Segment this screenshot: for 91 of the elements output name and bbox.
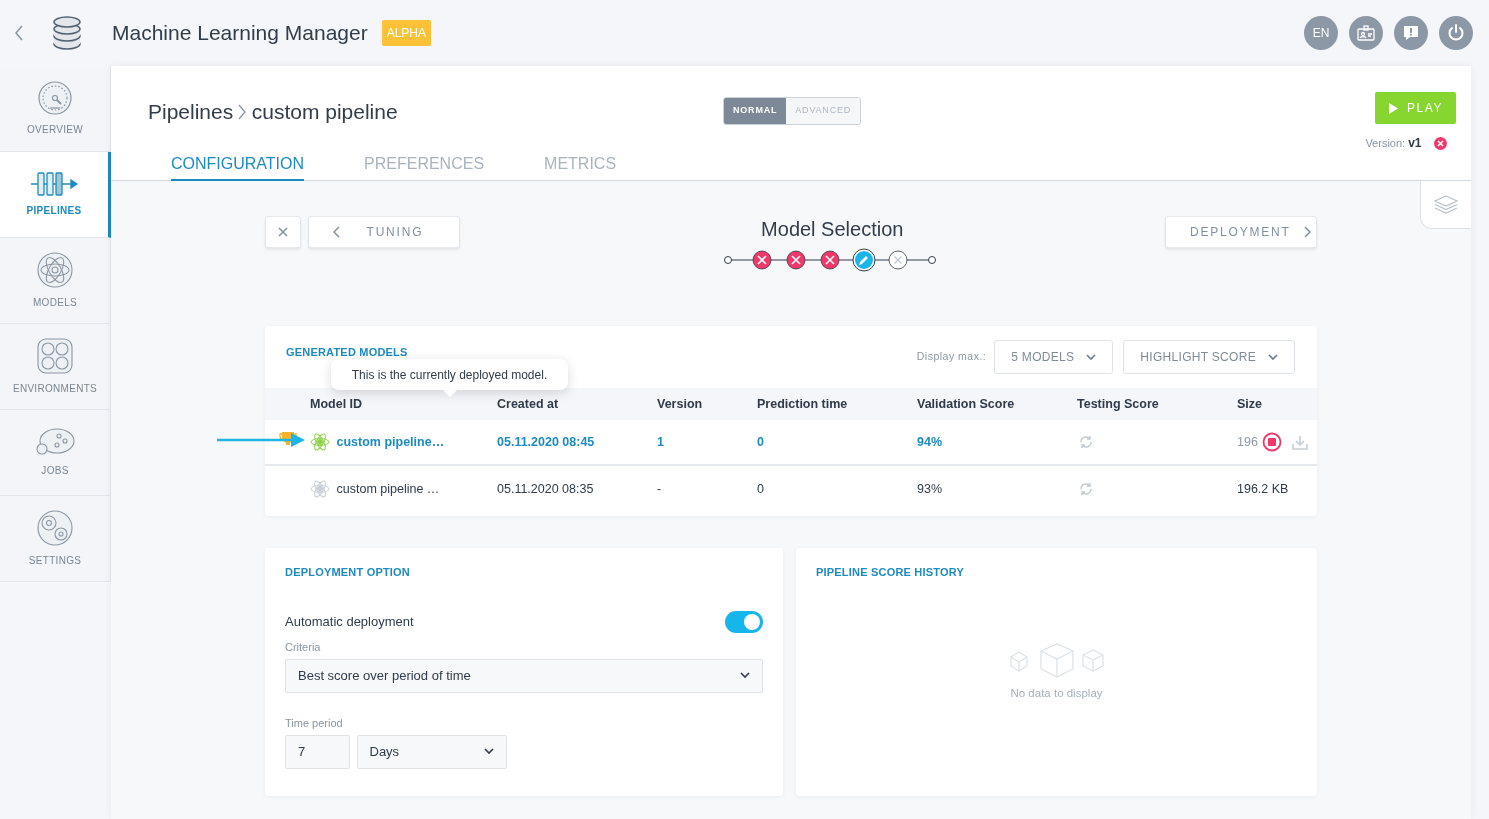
column-header: Model ID bbox=[310, 395, 364, 413]
model-id-link[interactable]: custom pipeline … bbox=[336, 479, 440, 499]
tab[interactable]: CONFIGURATION bbox=[171, 152, 305, 181]
column-header: Validation Score bbox=[917, 395, 1016, 413]
error-step-icon[interactable] bbox=[820, 250, 840, 270]
mode-tab[interactable]: NORMAL bbox=[724, 98, 787, 124]
display-max-label: Display max.: bbox=[916, 349, 987, 365]
column-header: Testing Score bbox=[1077, 395, 1160, 413]
empty-boxes-icon bbox=[1008, 642, 1105, 679]
column-header: Size bbox=[1237, 395, 1263, 413]
column-header: Version bbox=[657, 395, 704, 413]
table-cell-text: 94% bbox=[917, 433, 944, 451]
version-value: v1 bbox=[1408, 135, 1422, 152]
time-input[interactable]: 7 bbox=[285, 734, 350, 769]
table-cell-text: 93% bbox=[917, 480, 944, 498]
dotted-blob-icon bbox=[35, 427, 75, 457]
power-icon bbox=[1447, 24, 1465, 42]
id-card-icon bbox=[1357, 25, 1375, 41]
chevron-right-icon bbox=[1302, 226, 1311, 238]
sidebar-item[interactable]: MODELS bbox=[0, 238, 111, 324]
model-id-link[interactable]: custom pipeline… bbox=[336, 432, 445, 452]
column-header: Prediction time bbox=[757, 395, 849, 413]
chevron-down-icon bbox=[740, 672, 750, 680]
breadcrumb-link[interactable]: Pipelines bbox=[148, 96, 234, 128]
remove-icon[interactable] bbox=[1434, 136, 1447, 150]
sidebar-item[interactable]: SETTINGS bbox=[0, 496, 111, 582]
field-label: Time period bbox=[285, 715, 344, 731]
mode-tab[interactable]: ADVANCED bbox=[786, 98, 861, 124]
sidebar-item[interactable]: OVERVIEW bbox=[0, 66, 111, 152]
sidebar-item[interactable]: ENVIRONMENTS bbox=[0, 324, 111, 410]
gauge-icon bbox=[37, 80, 73, 116]
layers-icon bbox=[1434, 194, 1458, 215]
sidebar-item[interactable]: PIPELINES bbox=[0, 152, 111, 238]
table-cell-text: 1 bbox=[657, 433, 665, 451]
alpha-badge: ALPHA bbox=[381, 20, 432, 46]
empty-message: No data to display bbox=[1010, 685, 1103, 701]
back-icon[interactable] bbox=[14, 25, 24, 41]
table-cell-text: 05.11.2020 08:45 bbox=[497, 433, 596, 451]
table-cell-text: 0 bbox=[757, 433, 765, 451]
pipeline-icon bbox=[30, 171, 78, 197]
error-step-icon[interactable] bbox=[752, 250, 772, 270]
database-icon bbox=[52, 16, 82, 50]
breadcrumb-current: custom pipeline bbox=[251, 99, 398, 125]
help-button[interactable] bbox=[1394, 16, 1428, 50]
layers-button[interactable] bbox=[1420, 181, 1471, 229]
chevron-left-icon bbox=[332, 226, 341, 238]
edit-step-icon[interactable] bbox=[852, 248, 876, 272]
app-title: Machine Learning Manager bbox=[112, 20, 368, 47]
section-title: GENERATED MODELS bbox=[286, 344, 408, 360]
refresh-icon[interactable] bbox=[1079, 435, 1093, 449]
table-cell-text: 05.11.2020 08:35 bbox=[497, 480, 595, 498]
deployment-button[interactable]: DEPLOYMENT bbox=[1165, 216, 1317, 248]
table-cell-text: 196.2 KB bbox=[1237, 480, 1289, 498]
unit-select[interactable]: Days bbox=[356, 734, 507, 769]
chevron-down-icon bbox=[483, 748, 494, 755]
step-title: Model Selection bbox=[761, 217, 904, 242]
dropdown[interactable]: HIGHLIGHT SCORE bbox=[1123, 340, 1295, 374]
section-title: DEPLOYMENT OPTION bbox=[285, 565, 412, 580]
toggle-label: Automatic deployment bbox=[285, 612, 414, 631]
section-title: PIPELINE SCORE HISTORY bbox=[816, 565, 966, 580]
table-cell-text: 0 bbox=[757, 480, 765, 498]
tuning-button[interactable]: TUNING bbox=[307, 216, 460, 248]
refresh-icon[interactable] bbox=[1079, 482, 1093, 496]
chevron-down-icon bbox=[1086, 353, 1097, 361]
sidebar-item[interactable]: JOBS bbox=[0, 410, 111, 496]
atom-icon bbox=[36, 251, 74, 289]
toggle-switch[interactable] bbox=[725, 610, 763, 633]
table-cell-text: - bbox=[657, 480, 663, 498]
column-header: Created at bbox=[497, 395, 560, 413]
close-button[interactable] bbox=[265, 216, 301, 248]
id-card-button[interactable] bbox=[1349, 16, 1383, 50]
play-icon bbox=[1388, 102, 1399, 114]
help-icon bbox=[1403, 25, 1419, 41]
stop-icon[interactable] bbox=[1261, 432, 1282, 452]
tab[interactable]: PREFERENCES bbox=[364, 152, 485, 181]
four-circles-icon bbox=[36, 337, 74, 375]
chevron-down-icon bbox=[1268, 353, 1278, 361]
tooltip-text: This is the currently deployed model. bbox=[351, 366, 548, 384]
download-icon[interactable] bbox=[1291, 434, 1308, 450]
play-button[interactable]: PLAY bbox=[1375, 92, 1456, 124]
version-label: Version: bbox=[1365, 135, 1406, 151]
dropdown[interactable]: 5 MODELS bbox=[994, 340, 1114, 374]
close-icon bbox=[278, 227, 288, 237]
pending-step-icon[interactable] bbox=[888, 250, 908, 270]
tab[interactable]: METRICS bbox=[544, 152, 617, 181]
criteria-select[interactable]: Best score over period of time bbox=[285, 658, 763, 693]
power-button[interactable] bbox=[1439, 16, 1473, 50]
error-step-icon[interactable] bbox=[786, 250, 806, 270]
table-cell-text: 196 bbox=[1237, 433, 1258, 451]
language-button[interactable]: EN bbox=[1304, 16, 1338, 50]
field-label: Criteria bbox=[285, 640, 322, 655]
